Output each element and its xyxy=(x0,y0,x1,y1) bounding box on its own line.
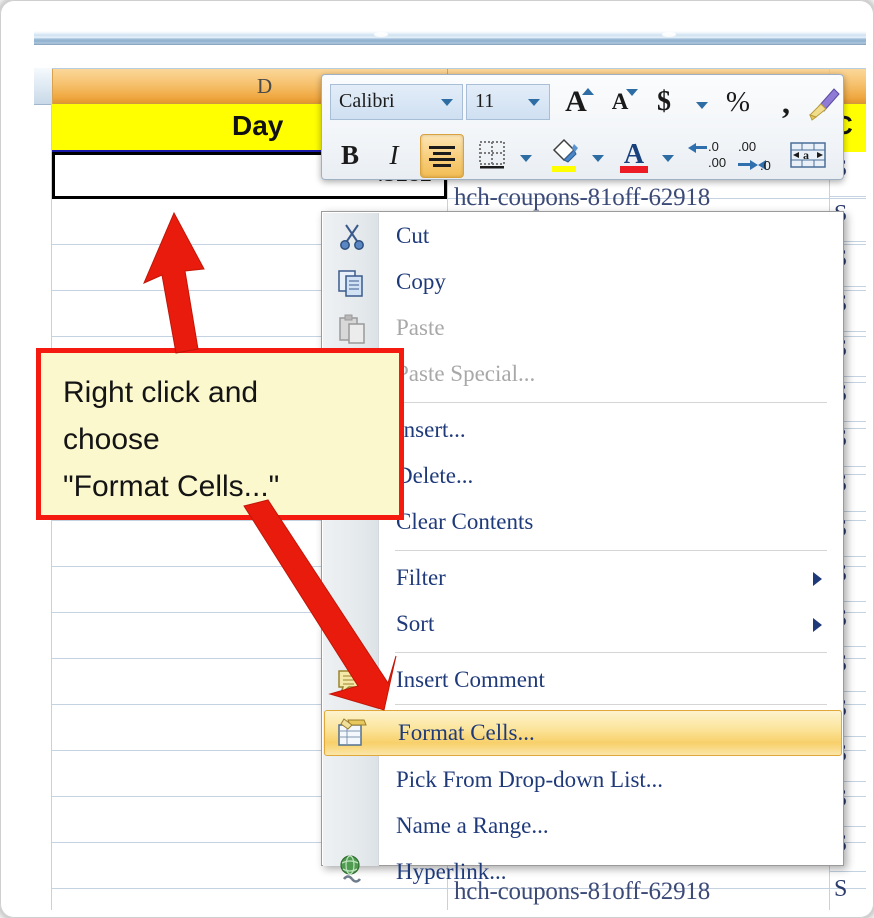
menu-item-format-cells[interactable]: Format Cells... xyxy=(324,710,842,756)
chevron-down-icon xyxy=(441,99,453,106)
context-menu[interactable]: Cut Copy Paste Paste Special... Insert..… xyxy=(321,211,844,884)
splitter-notch-left xyxy=(374,32,388,37)
down-arrow-icon xyxy=(626,89,638,96)
borders-dropdown-icon[interactable] xyxy=(520,155,532,162)
svg-text:a: a xyxy=(803,148,809,162)
menu-item-label: Sort xyxy=(396,611,435,636)
cell-text-d2[interactable]: hch-coupons-81off-62918 xyxy=(454,184,710,212)
font-size-combo[interactable]: 11 xyxy=(466,84,550,120)
svg-text:.0: .0 xyxy=(708,139,719,154)
grow-font-button[interactable]: A xyxy=(556,81,596,123)
submenu-arrow-icon xyxy=(813,618,822,632)
dollar-icon: $ xyxy=(657,86,671,117)
paste-icon xyxy=(339,314,365,344)
menu-item-label: Filter xyxy=(396,565,446,590)
decrease-decimal-button[interactable]: .00 .0 xyxy=(734,134,782,176)
menu-item-filter[interactable]: Filter xyxy=(323,556,844,602)
menu-item-label: Paste xyxy=(396,315,445,340)
bold-button[interactable]: B xyxy=(330,134,370,176)
header-cell-day[interactable]: Day xyxy=(232,110,283,142)
column-header-d[interactable]: D xyxy=(257,74,272,99)
center-align-icon xyxy=(429,146,455,167)
menu-item-hyperlink[interactable]: Hyperlink... xyxy=(323,850,844,896)
menu-item-label: Copy xyxy=(396,269,446,294)
menu-item-cut[interactable]: Cut xyxy=(323,214,844,260)
menu-item-copy[interactable]: Copy xyxy=(323,260,844,306)
italic-icon: I xyxy=(389,139,399,170)
menu-item-paste: Paste xyxy=(323,306,844,352)
borders-button[interactable] xyxy=(472,134,512,176)
hyperlink-icon xyxy=(340,855,362,883)
window-splitter-bar[interactable] xyxy=(34,31,866,45)
menu-item-label: Pick From Drop-down List... xyxy=(396,767,664,792)
up-arrow-icon xyxy=(582,88,594,95)
comma-style-button[interactable]: , xyxy=(766,81,806,123)
splitter-notch-right xyxy=(662,32,676,37)
font-size-value: 11 xyxy=(475,90,495,112)
svg-text:.00: .00 xyxy=(708,155,726,170)
copy-icon xyxy=(338,270,363,297)
decrease-decimal-icon: .00 .0 xyxy=(738,139,771,173)
annotation-arrow-to-cell xyxy=(143,211,205,354)
menu-item-label: Format Cells... xyxy=(398,720,535,745)
menu-item-label: Delete... xyxy=(396,463,474,488)
menu-item-label: Name a Range... xyxy=(396,813,549,838)
callout-text: Right click and choose "Format Cells..." xyxy=(63,369,393,510)
font-color-button[interactable]: A xyxy=(614,134,654,176)
annotation-arrow-to-format-cells xyxy=(243,499,397,711)
center-align-button[interactable] xyxy=(420,134,464,178)
font-name-combo[interactable]: Calibri xyxy=(330,84,463,120)
fill-color-icon xyxy=(552,138,578,172)
increase-decimal-icon: .0 .00 xyxy=(688,139,726,170)
screenshot-frame: D Day hch-coupons-81off-62918 hch-coupon… xyxy=(0,0,874,918)
menu-item-label: Insert Comment xyxy=(396,667,545,692)
accounting-dropdown-icon[interactable] xyxy=(696,102,708,109)
svg-text:.0: .0 xyxy=(760,158,771,173)
shrink-font-icon: A xyxy=(611,89,629,114)
increase-decimal-button[interactable]: .0 .00 xyxy=(684,134,732,176)
menu-item-label: Clear Contents xyxy=(396,509,534,534)
font-color-icon: A xyxy=(623,139,645,170)
menu-item-label: Paste Special... xyxy=(396,361,536,386)
submenu-arrow-icon xyxy=(813,572,822,586)
select-all-corner[interactable] xyxy=(34,68,53,105)
menu-item-sort[interactable]: Sort xyxy=(323,602,844,648)
font-color-swatch xyxy=(620,166,648,173)
font-name-value: Calibri xyxy=(339,90,395,112)
shrink-font-button[interactable]: A xyxy=(600,81,640,123)
font-color-dropdown-icon[interactable] xyxy=(662,155,674,162)
fill-color-button[interactable] xyxy=(544,134,584,176)
menu-separator xyxy=(395,652,827,653)
svg-text:.00: .00 xyxy=(738,139,756,154)
menu-item-name-a-range[interactable]: Name a Range... xyxy=(323,804,844,850)
percent-icon: % xyxy=(725,85,751,118)
bold-icon: B xyxy=(340,139,359,170)
italic-button[interactable]: I xyxy=(374,134,414,176)
accounting-format-button[interactable]: $ xyxy=(644,81,684,123)
menu-item-label: Hyperlink... xyxy=(396,859,507,884)
menu-item-label: Cut xyxy=(396,223,430,248)
borders-icon xyxy=(479,141,505,169)
menu-item-label: Insert... xyxy=(396,417,466,442)
format-painter-icon xyxy=(809,88,840,121)
merge-and-center-button[interactable]: a xyxy=(784,134,832,176)
instruction-callout: Right click and choose "Format Cells..." xyxy=(36,348,404,520)
scissors-icon xyxy=(340,224,364,250)
menu-separator xyxy=(395,402,827,403)
format-cells-icon xyxy=(338,718,367,746)
format-painter-button[interactable] xyxy=(804,81,844,123)
menu-item-pick-from-dropdown-list[interactable]: Pick From Drop-down List... xyxy=(323,758,844,804)
mini-format-toolbar[interactable]: Calibri 11 A A $ % , B I A .0 .00 .00 .0… xyxy=(321,74,844,180)
menu-item-insert-comment[interactable]: Insert Comment xyxy=(323,658,844,704)
callout-line-1: Right click and xyxy=(63,376,259,409)
menu-separator xyxy=(395,550,827,551)
screenshot-inner: D Day hch-coupons-81off-62918 hch-coupon… xyxy=(8,8,866,910)
chevron-down-icon xyxy=(528,99,540,106)
menu-separator xyxy=(395,704,827,705)
callout-line-2: choose xyxy=(63,423,160,456)
percent-style-button[interactable]: % xyxy=(718,81,758,123)
merge-and-center-icon: a xyxy=(790,142,826,168)
fill-color-dropdown-icon[interactable] xyxy=(592,155,604,162)
